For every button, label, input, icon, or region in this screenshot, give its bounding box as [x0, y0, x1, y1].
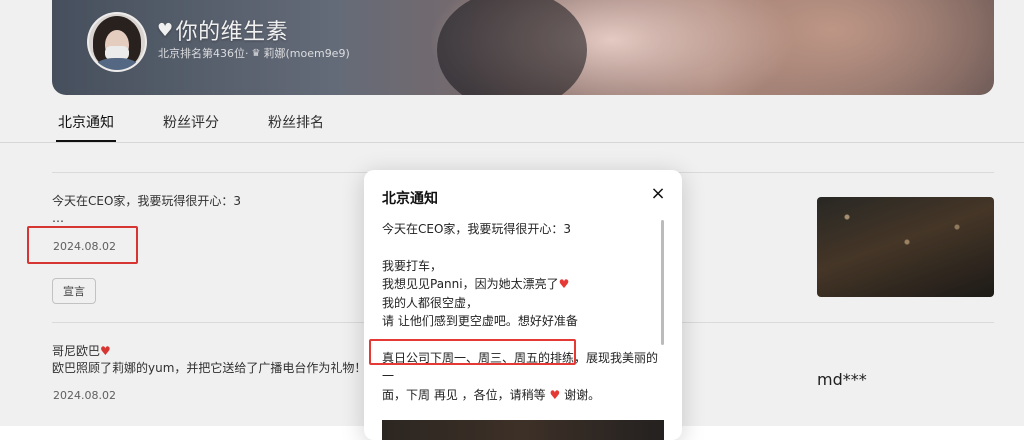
modal-line: 今天在CEO家，我要玩得很开心：3	[382, 222, 572, 236]
modal-line: 我的人都很空虚，	[382, 295, 479, 310]
notice-modal: 北京通知 × 今天在CEO家，我要玩得很开心：3 我要打车， 我想见见Panni…	[364, 170, 682, 440]
modal-line: 我要打车，	[382, 258, 443, 273]
close-icon[interactable]: ×	[648, 184, 668, 204]
modal-image	[382, 420, 664, 440]
modal-line: 我想见见Panni，因为她太漂亮了♥	[382, 275, 662, 294]
modal-line-text: 我想见见Panni，因为她太漂亮了	[382, 277, 559, 291]
modal-line: 请 让他们感到更空虚吧。想好好准备	[382, 314, 578, 328]
modal-body: 今天在CEO家，我要玩得很开心：3 我要打车， 我想见见Panni，因为她太漂亮…	[382, 220, 662, 404]
modal-title: 北京通知	[382, 191, 438, 207]
modal-scrollbar[interactable]	[661, 220, 664, 345]
modal-line-text: 面，下周 再见 ，各位，请稍等	[382, 387, 546, 402]
modal-line-text: 谢谢。	[564, 387, 601, 402]
heart-icon: ♥	[549, 387, 561, 402]
modal-line: 面，下周 再见 ，各位，请稍等 ♥ 谢谢。	[382, 386, 662, 405]
heart-icon: ♥	[558, 277, 570, 291]
annotation-box-rehearsal	[369, 339, 576, 365]
